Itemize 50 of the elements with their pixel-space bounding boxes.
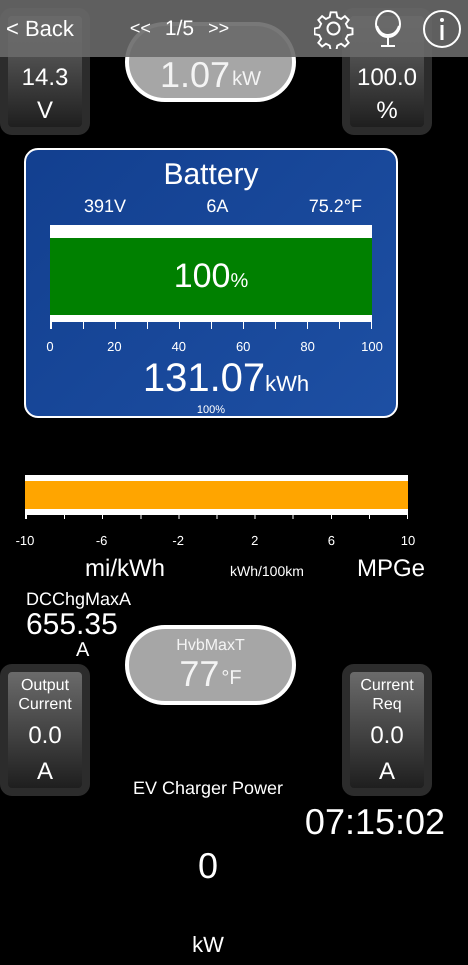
scale-label: 2 xyxy=(251,533,258,548)
battery-reading: 75.2°F xyxy=(308,196,362,217)
gauge-unit: V xyxy=(36,97,53,125)
battery-title: Battery xyxy=(163,158,259,192)
gauge-label: HvbMaxT xyxy=(176,637,245,655)
info-icon[interactable] xyxy=(422,8,462,48)
back-button[interactable]: < Back xyxy=(6,16,74,42)
page-indicator: 1/5 xyxy=(164,16,194,40)
scale-label: 20 xyxy=(107,339,122,354)
scale-label: 10 xyxy=(400,533,416,548)
gauge-unit: % xyxy=(376,97,398,125)
soc-reading: 100% xyxy=(196,404,226,416)
gauge-unit: A xyxy=(36,758,53,786)
gauge-value: 655.35 xyxy=(26,610,118,640)
scale-label: -6 xyxy=(96,533,108,548)
gauge-value: 0.0 xyxy=(370,722,404,750)
unit-label: MPGe xyxy=(357,555,426,583)
battery-percent: 100% xyxy=(174,257,248,296)
scale-label: -2 xyxy=(172,533,184,548)
gauge-unit: A xyxy=(378,758,395,786)
gauge-value: 0 xyxy=(198,844,218,886)
scale-label: 6 xyxy=(328,533,335,548)
unit-label: kWh/100km xyxy=(230,563,304,579)
gauge-label: EV Charger Power xyxy=(132,778,284,799)
gauge-value: 14.3 xyxy=(22,64,68,92)
gauge-label: Current Req xyxy=(359,676,415,714)
settings-icon[interactable] xyxy=(314,8,354,48)
previous-page-button[interactable]: << xyxy=(130,18,151,39)
gauge-value: 77 xyxy=(179,655,220,693)
next-page-button[interactable]: >> xyxy=(208,18,230,39)
scale-label: 0 xyxy=(46,339,54,354)
unit-label: mi/kWh xyxy=(85,555,165,583)
gauge-unit: kW xyxy=(232,68,261,92)
scale-label: 40 xyxy=(172,339,186,354)
battery-reading: 391V xyxy=(84,196,126,217)
scale-label: 100 xyxy=(361,339,383,354)
scale-label: -10 xyxy=(16,533,34,548)
scale-label: 80 xyxy=(300,339,315,354)
gauge-label: Output Current xyxy=(17,676,73,714)
gauge-label: DCChgMaxA xyxy=(26,588,132,610)
clock-time: 07:15:02 xyxy=(304,801,446,843)
battery-reading: 6A xyxy=(206,196,228,217)
scale-label: 60 xyxy=(236,339,250,354)
gauge-value: 100.0 xyxy=(356,64,418,92)
gauge-unit: kW xyxy=(192,932,224,958)
gauge-value: 0.0 xyxy=(28,722,62,750)
gauge-unit: A xyxy=(75,640,90,660)
gauge-value: 1.07 xyxy=(160,56,230,94)
battery-energy: 131.07kWh xyxy=(142,358,310,402)
gauge-unit: °F xyxy=(221,667,242,691)
